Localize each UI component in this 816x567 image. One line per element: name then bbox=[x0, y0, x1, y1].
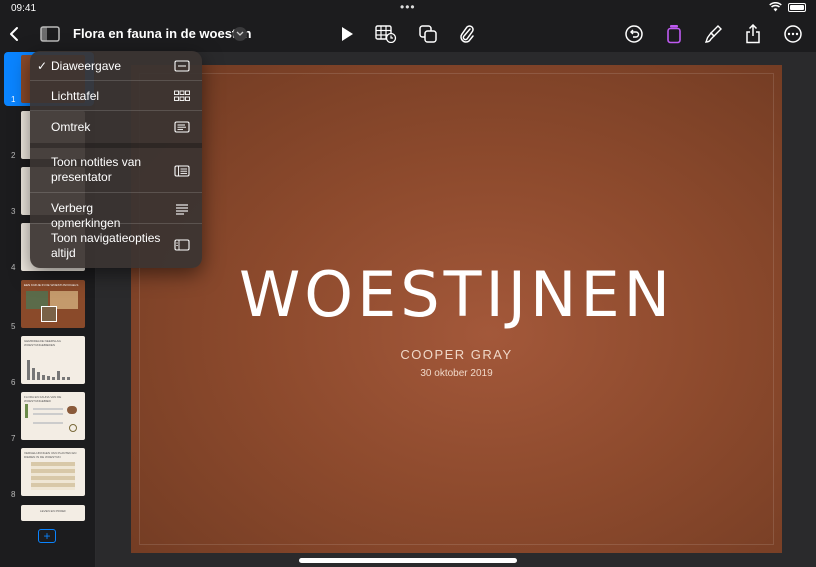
menu-item-label: Diaweergave bbox=[51, 59, 122, 73]
more-button[interactable] bbox=[781, 22, 805, 46]
thumbnail-bar-chart bbox=[27, 360, 70, 380]
slide-number: 5 bbox=[11, 322, 16, 331]
table-button[interactable] bbox=[374, 22, 398, 46]
menu-item-slide-view[interactable]: ✓ Diaweergave bbox=[30, 51, 202, 81]
slide-preview: GEMIDDELDE NEERSLAG WOESTIJNGEBIEDEN bbox=[21, 336, 85, 384]
slide-number: 8 bbox=[11, 490, 16, 499]
status-icons bbox=[769, 2, 806, 12]
home-indicator[interactable] bbox=[299, 558, 517, 563]
table-icon bbox=[375, 25, 397, 43]
title-menu-button[interactable] bbox=[233, 27, 247, 41]
menu-item-label: Toon notities van presentator bbox=[51, 155, 142, 184]
slide-number: 7 bbox=[11, 434, 16, 443]
plus-icon: + bbox=[43, 529, 51, 543]
navigator-icon bbox=[174, 239, 190, 251]
status-time: 09:41 bbox=[11, 3, 37, 14]
document-title[interactable]: Flora en fauna in de woestijn bbox=[73, 26, 251, 41]
attach-button[interactable] bbox=[455, 22, 479, 46]
slide-number: 6 bbox=[11, 378, 16, 387]
thumbnail-photo bbox=[41, 306, 57, 322]
shapes-icon bbox=[419, 25, 437, 43]
menu-item-label: Omtrek bbox=[51, 120, 91, 134]
outline-icon bbox=[174, 121, 190, 133]
paintbrush-icon bbox=[705, 25, 722, 43]
menu-item-label: Lichttafel bbox=[51, 89, 100, 103]
thumbnail-cactus bbox=[25, 404, 28, 418]
menu-item-presenter-notes[interactable]: Toon notities van presentator bbox=[30, 148, 202, 193]
slide-preview: LEVEN EN PROEF bbox=[21, 505, 85, 521]
undo-button[interactable] bbox=[622, 22, 646, 46]
slide-preview: VERGELIJKINGEN VAN PLANTEN EN DIEREN IN … bbox=[21, 448, 85, 496]
toolbar: Flora en fauna in de woestijn bbox=[0, 16, 816, 52]
back-button[interactable] bbox=[2, 22, 26, 46]
slide-preview-caption: EEN KIJKJE IN DE WOESTIJNVOGELS bbox=[24, 283, 79, 287]
sidebar-icon bbox=[40, 26, 60, 42]
slide-preview: EEN KIJKJE IN DE WOESTIJNVOGELS bbox=[21, 280, 85, 328]
slide-number: 3 bbox=[11, 207, 16, 216]
battery-icon bbox=[788, 2, 806, 12]
menu-item-navigation-options[interactable]: Toon navigatieopties altijd bbox=[30, 224, 202, 268]
menu-item-outline[interactable]: Omtrek bbox=[30, 111, 202, 148]
multitasking-dots[interactable]: ••• bbox=[400, 0, 416, 14]
menu-item-light-table[interactable]: Lichttafel bbox=[30, 81, 202, 111]
single-slide-icon bbox=[174, 60, 190, 72]
format-icon bbox=[667, 25, 681, 44]
wifi-icon bbox=[769, 2, 782, 12]
chevron-left-icon bbox=[10, 27, 18, 41]
share-icon bbox=[746, 24, 760, 44]
status-bar: 09:41 ••• bbox=[0, 0, 816, 16]
undo-icon bbox=[625, 25, 643, 43]
checkmark-icon: ✓ bbox=[37, 59, 48, 73]
slide-preview: FLORA EN FAUNA VAN DE WOESTIJNGEBIED bbox=[21, 392, 85, 440]
slide-preview-caption: LEVEN EN PROEF bbox=[39, 509, 66, 513]
slide-number: 2 bbox=[11, 151, 16, 160]
chevron-down-icon bbox=[236, 31, 244, 36]
presenter-notes-icon bbox=[174, 165, 190, 177]
comments-icon bbox=[176, 204, 188, 215]
slide-title[interactable]: WOESTIJNEN bbox=[131, 258, 782, 331]
play-button[interactable] bbox=[335, 22, 359, 46]
paperclip-icon bbox=[460, 25, 474, 43]
thumbnail-snake bbox=[69, 424, 77, 432]
menu-item-label: Toon navigatieopties altijd bbox=[51, 231, 161, 260]
thumbnail-bird bbox=[67, 406, 77, 414]
thumbnail-table bbox=[31, 462, 75, 490]
slide-author[interactable]: COOPER GRAY bbox=[131, 347, 782, 362]
slide-canvas[interactable]: WOESTIJNEN COOPER GRAY 30 oktober 2019 bbox=[96, 52, 816, 567]
slide-date[interactable]: 30 oktober 2019 bbox=[131, 368, 782, 379]
slide-preview-caption: VERGELIJKINGEN VAN PLANTEN EN DIEREN IN … bbox=[24, 451, 77, 459]
add-slide-button[interactable]: + bbox=[38, 529, 56, 543]
paintbrush-button[interactable] bbox=[702, 22, 726, 46]
share-button[interactable] bbox=[741, 22, 765, 46]
format-button[interactable] bbox=[662, 22, 686, 46]
slide-number: 1 bbox=[11, 95, 16, 104]
play-icon bbox=[342, 27, 353, 41]
slide-preview-caption: GEMIDDELDE NEERSLAG WOESTIJNGEBIEDEN bbox=[24, 339, 62, 347]
shapes-button[interactable] bbox=[416, 22, 440, 46]
current-slide[interactable]: WOESTIJNEN COOPER GRAY 30 oktober 2019 bbox=[131, 65, 782, 553]
sidebar-toggle-button[interactable] bbox=[38, 22, 62, 46]
slide-preview-caption: FLORA EN FAUNA VAN DE WOESTIJNGEBIED bbox=[24, 395, 62, 403]
slide-number: 4 bbox=[11, 263, 16, 272]
grid-icon bbox=[174, 90, 190, 101]
more-icon bbox=[784, 25, 802, 43]
menu-item-hide-comments[interactable]: Verberg opmerkingen bbox=[30, 193, 202, 230]
view-options-menu: ✓ Diaweergave Lichttafel Omtrek Toon not… bbox=[30, 51, 202, 268]
